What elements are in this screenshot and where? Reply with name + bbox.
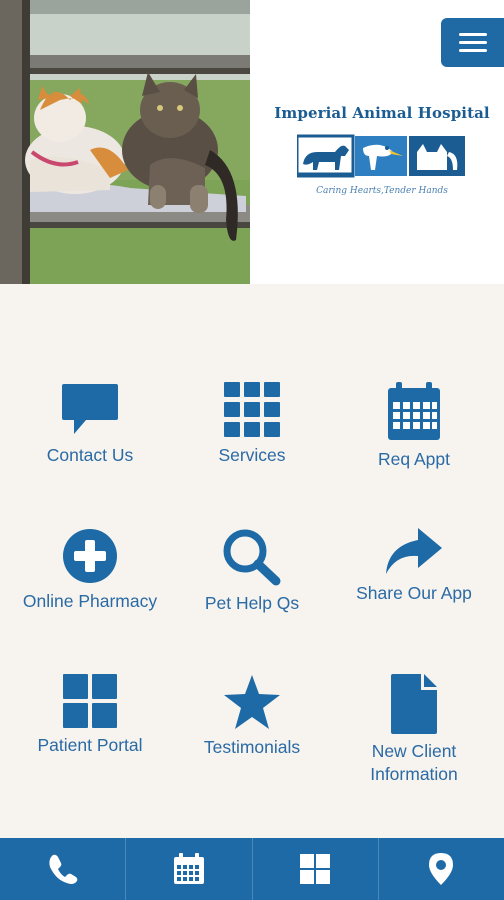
tile-patient-portal[interactable]: Patient Portal <box>6 576 174 755</box>
tile-testimonials[interactable]: Testimonials <box>168 576 336 757</box>
menu-button[interactable] <box>441 18 504 67</box>
calendar-icon <box>173 853 204 884</box>
tile-online-pharmacy[interactable]: Online Pharmacy <box>6 430 174 611</box>
tile-contact-us[interactable]: Contact Us <box>6 284 174 465</box>
share-arrow-icon <box>379 528 449 576</box>
map-pin-icon <box>429 853 454 885</box>
bottom-tab-location[interactable] <box>377 838 504 900</box>
bottom-tab-call[interactable] <box>0 838 125 900</box>
header: Imperial Animal Hospital Caring Hearts,T… <box>0 0 504 284</box>
header-photo <box>0 0 250 284</box>
pet-logo-art <box>297 134 465 178</box>
tile-label: Patient Portal <box>37 735 143 755</box>
tile-new-client-information[interactable]: New Client Information <box>330 576 498 784</box>
tile-share-our-app[interactable]: Share Our App <box>330 430 498 603</box>
tile-req-appt[interactable]: Req Appt <box>330 284 498 469</box>
hamburger-menu-icon <box>458 33 487 36</box>
star-icon <box>217 674 287 730</box>
windows-icon <box>300 854 331 884</box>
bottom-tab-calendar[interactable] <box>125 838 251 900</box>
hospital-name: Imperial Animal Hospital <box>274 104 490 122</box>
hospital-tagline: Caring Hearts,Tender Hands <box>316 186 448 196</box>
bottom-nav <box>0 838 504 900</box>
tile-pet-help-qs[interactable]: Pet Help Qs <box>168 430 336 613</box>
phone-icon <box>49 854 77 884</box>
document-icon <box>379 674 449 734</box>
windows-icon <box>55 674 125 728</box>
tile-label: Testimonials <box>203 737 301 757</box>
hospital-logo: Imperial Animal Hospital Caring Hearts,T… <box>262 104 502 204</box>
tile-services[interactable]: Services <box>168 284 336 465</box>
tile-label: New Client Information <box>370 741 458 784</box>
feature-grid: Contact Us Services Req Appt Online Phar… <box>0 284 504 836</box>
bottom-tab-portal[interactable] <box>251 838 378 900</box>
